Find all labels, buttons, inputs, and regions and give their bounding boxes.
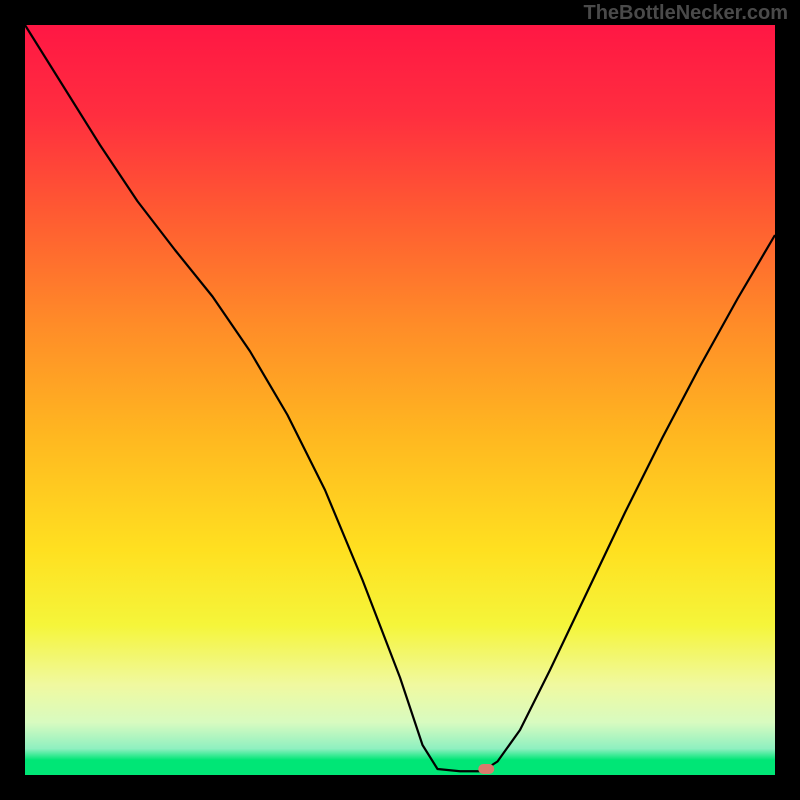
gradient-background	[25, 25, 775, 775]
chart-svg	[25, 25, 775, 775]
optimum-marker	[478, 764, 494, 774]
watermark-text: TheBottleNecker.com	[583, 2, 788, 25]
chart-container: TheBottleNecker.com	[0, 0, 800, 800]
plot-area	[25, 25, 775, 775]
